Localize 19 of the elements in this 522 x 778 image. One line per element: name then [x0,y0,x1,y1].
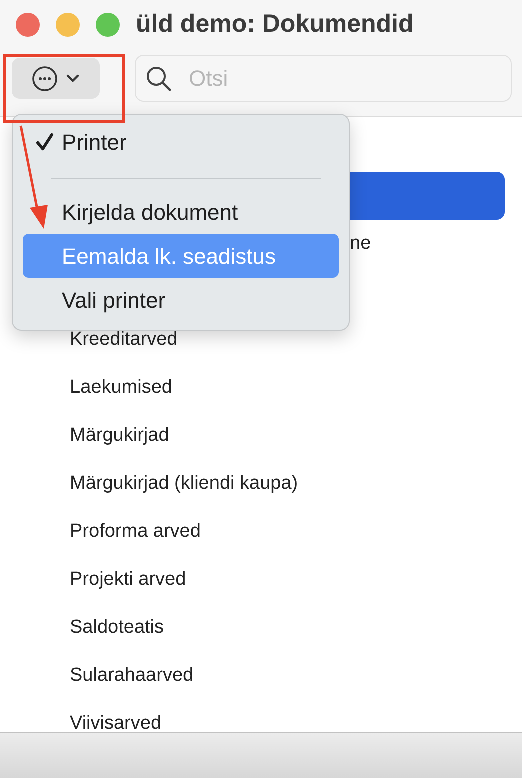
list-row[interactable]: Märgukirjad [15,412,505,460]
list-row[interactable]: Märgukirjad (kliendi kaupa) [15,460,505,508]
list-row[interactable]: Viivisarved [15,700,505,732]
chevron-down-icon [66,74,80,84]
menu-item[interactable]: Vali printer [23,278,339,322]
minimize-button[interactable] [56,13,80,37]
menu-item[interactable]: Printer [23,120,339,164]
list-row[interactable]: Saldoteatis [15,604,505,652]
list-row[interactable]: Proforma arved [15,508,505,556]
list-row[interactable]: Projekti arved [15,556,505,604]
list-row[interactable]: Sularahaarved [15,652,505,700]
list-row[interactable]: Laekumised [15,364,505,412]
close-button[interactable] [16,13,40,37]
search-field[interactable]: Otsi [135,55,512,102]
maximize-button[interactable] [96,13,120,37]
menu-item[interactable]: Kirjelda dokument [23,190,339,234]
window-title: üld demo: Dokumendid [136,9,414,40]
ellipsis-icon [32,66,58,92]
more-menu-button[interactable] [12,58,100,99]
